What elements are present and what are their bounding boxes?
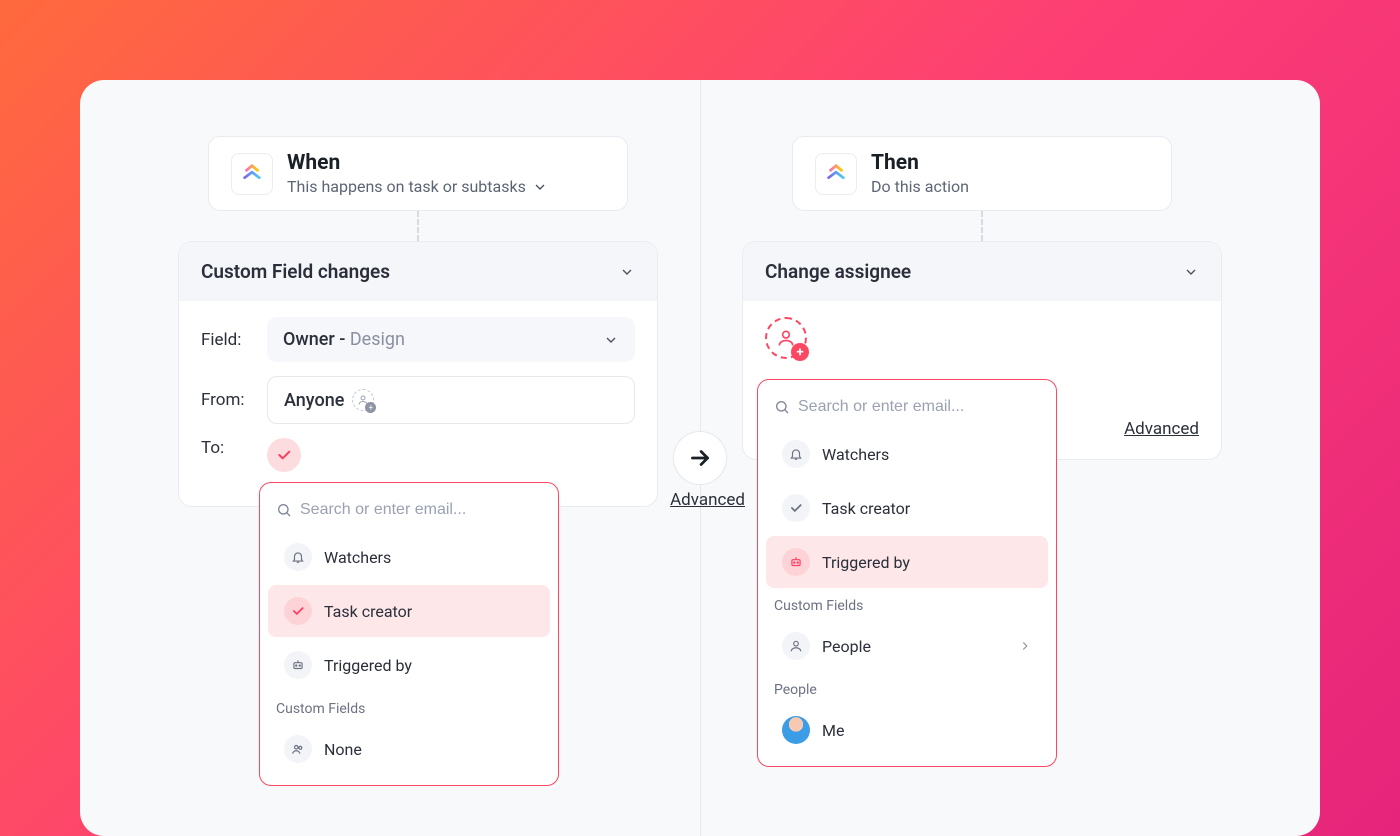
when-column: When This happens on task or subtasks Cu… — [136, 136, 700, 836]
person-icon — [782, 632, 810, 660]
field-label: Field: — [201, 330, 257, 350]
dropdown-item-people-field[interactable]: People — [766, 620, 1048, 672]
to-selected-chip[interactable] — [267, 438, 301, 472]
then-panel: Change assignee + Advanced — [742, 241, 1222, 460]
from-value: Anyone — [284, 390, 344, 411]
chevron-down-icon — [1183, 264, 1199, 280]
clickup-logo — [231, 153, 273, 195]
dropdown-search[interactable] — [758, 388, 1056, 426]
from-label: From: — [201, 390, 257, 410]
check-icon — [284, 597, 312, 625]
clickup-logo — [815, 153, 857, 195]
when-panel: Custom Field changes Field: Owner - Desi… — [178, 241, 658, 507]
action-name: Change assignee — [765, 260, 911, 283]
dropdown-search[interactable] — [260, 491, 558, 529]
dropdown-section-custom-fields: Custom Fields — [260, 693, 558, 721]
search-input[interactable] — [798, 398, 1040, 416]
connector-line — [981, 211, 983, 241]
search-icon — [276, 502, 292, 518]
avatar — [782, 716, 810, 744]
to-label: To: — [201, 438, 257, 458]
assignee-dropdown: Watchers Task creator Triggered by Custo… — [757, 379, 1057, 767]
when-title: When — [287, 151, 548, 175]
dropdown-section-people: People — [758, 674, 1056, 702]
bell-icon — [782, 440, 810, 468]
trigger-selector[interactable]: Custom Field changes — [179, 242, 657, 301]
chevron-down-icon[interactable] — [532, 179, 548, 195]
dropdown-item-me[interactable]: Me — [766, 704, 1048, 756]
advanced-link[interactable]: Advanced — [1124, 419, 1199, 439]
chevron-down-icon — [619, 264, 635, 280]
then-title: Then — [871, 151, 969, 175]
automation-canvas: When This happens on task or subtasks Cu… — [80, 80, 1320, 836]
add-assignee-button[interactable]: + — [765, 317, 807, 359]
chevron-down-icon — [603, 332, 619, 348]
robot-icon — [284, 651, 312, 679]
then-subtitle: Do this action — [871, 177, 969, 196]
to-dropdown: Watchers Task creator Triggered by Custo… — [259, 482, 559, 786]
add-person-icon: + — [352, 389, 374, 411]
bell-icon — [284, 543, 312, 571]
dropdown-item-triggered-by[interactable]: Triggered by — [268, 639, 550, 691]
when-subtitle: This happens on task or subtasks — [287, 177, 526, 196]
search-input[interactable] — [300, 501, 542, 519]
dropdown-item-triggered-by[interactable]: Triggered by — [766, 536, 1048, 588]
robot-icon — [782, 548, 810, 576]
dropdown-item-task-creator[interactable]: Task creator — [268, 585, 550, 637]
from-selector[interactable]: Anyone + — [267, 376, 635, 424]
then-header-card[interactable]: Then Do this action — [792, 136, 1172, 211]
dropdown-item-watchers[interactable]: Watchers — [268, 531, 550, 583]
dropdown-section-custom-fields: Custom Fields — [758, 590, 1056, 618]
dropdown-item-watchers[interactable]: Watchers — [766, 428, 1048, 480]
people-icon — [284, 735, 312, 763]
arrow-badge — [673, 431, 727, 485]
search-icon — [774, 399, 790, 415]
when-header-card[interactable]: When This happens on task or subtasks — [208, 136, 628, 211]
dropdown-item-none[interactable]: None — [268, 723, 550, 775]
plus-icon: + — [791, 343, 809, 361]
chevron-right-icon — [1018, 639, 1032, 653]
dropdown-item-task-creator[interactable]: Task creator — [766, 482, 1048, 534]
check-icon — [782, 494, 810, 522]
action-selector[interactable]: Change assignee — [743, 242, 1221, 301]
trigger-name: Custom Field changes — [201, 260, 390, 283]
connector-line — [417, 211, 419, 241]
then-column: Then Do this action Change assignee + Ad… — [700, 136, 1264, 836]
field-selector[interactable]: Owner - Design — [267, 317, 635, 362]
